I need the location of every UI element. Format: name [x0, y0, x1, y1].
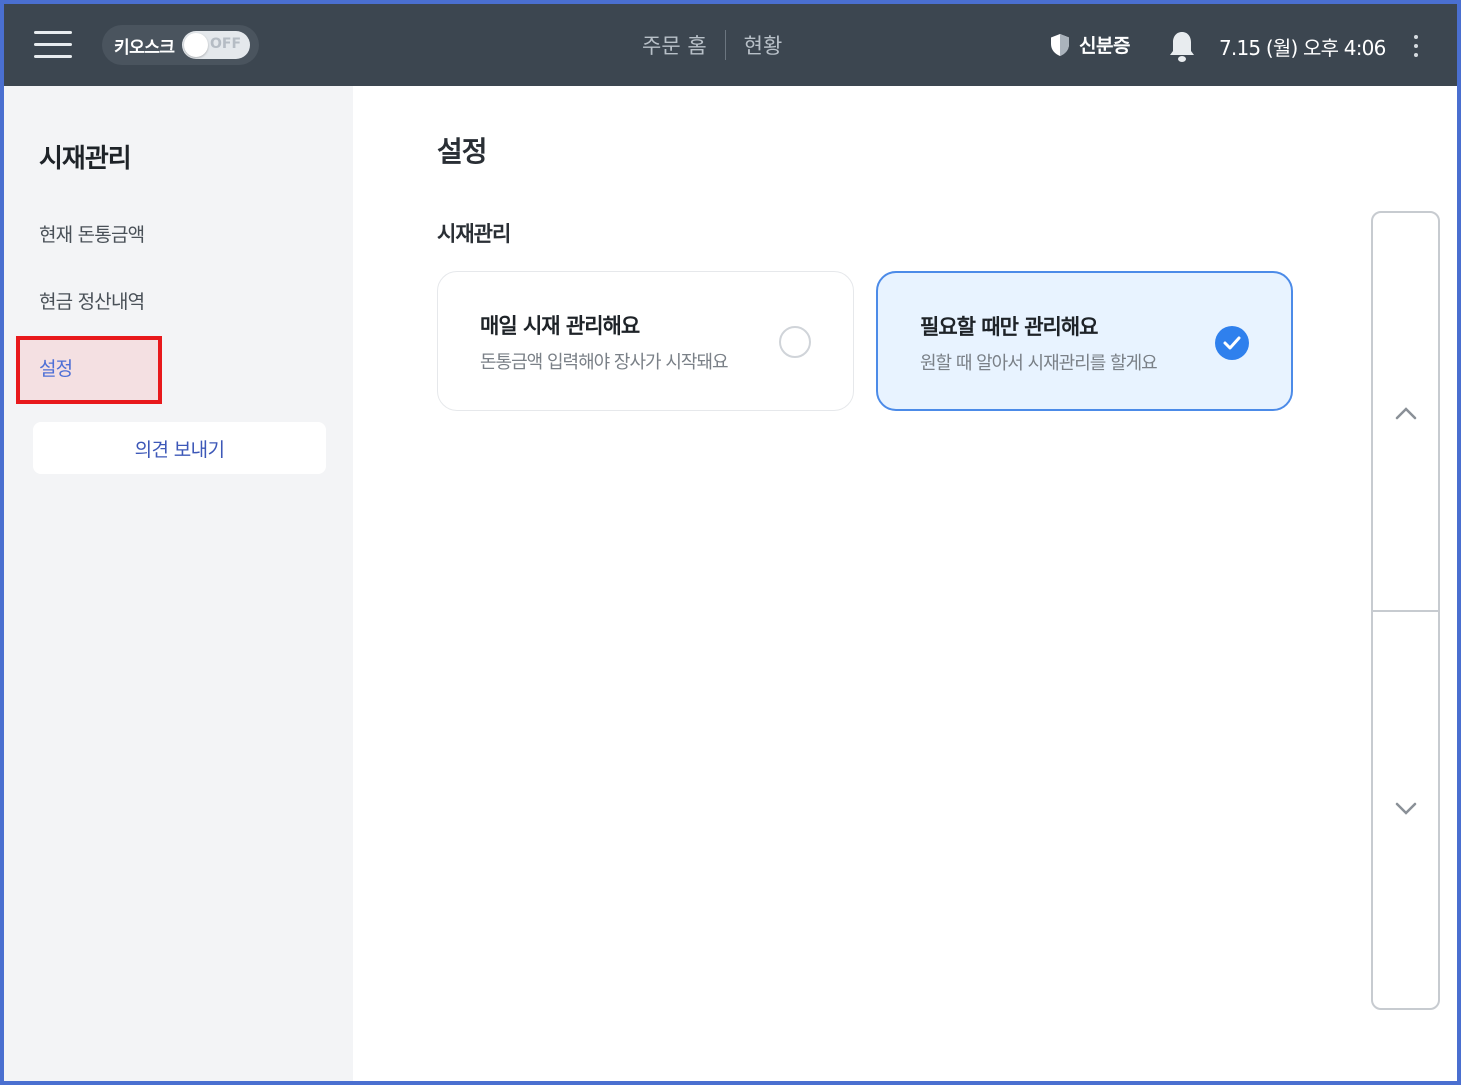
- section-label: 시재관리: [437, 222, 511, 246]
- sidebar: 시재관리 현재 돈통금액 현금 정산내역 설정 의견 보내기: [4, 86, 353, 1081]
- kiosk-toggle[interactable]: OFF: [182, 31, 250, 59]
- send-feedback-button[interactable]: 의견 보내기: [33, 422, 326, 474]
- id-card-button[interactable]: 신분증: [1049, 31, 1130, 58]
- scroll-down-button[interactable]: [1373, 612, 1438, 1008]
- option-description: 돈통금액 입력해야 장사가 시작돼요: [480, 352, 729, 373]
- option-title: 필요할 때만 관리해요: [920, 315, 1099, 339]
- radio-unchecked-icon[interactable]: [779, 326, 811, 358]
- sidebar-item-cash-settlement[interactable]: 현금 정산내역: [39, 287, 145, 314]
- sidebar-item-current-cash[interactable]: 현재 돈통금액: [39, 220, 145, 247]
- more-options-icon[interactable]: [1409, 33, 1423, 61]
- scroll-control: [1371, 211, 1440, 1010]
- datetime: 7.15 (월) 오후 4:06: [1219, 36, 1386, 60]
- option-description: 원할 때 알아서 시재관리를 할게요: [920, 353, 1158, 374]
- top-nav: 주문 홈 현황: [624, 28, 800, 62]
- menu-icon[interactable]: [34, 31, 74, 59]
- option-daily-management[interactable]: 매일 시재 관리해요 돈통금액 입력해야 장사가 시작돼요: [437, 271, 854, 411]
- top-bar: 키오스크 OFF 주문 홈 현황 신분증 7.15 (월) 오후 4:06: [4, 4, 1457, 86]
- toggle-state: OFF: [210, 36, 242, 52]
- page-title: 설정: [437, 135, 488, 168]
- nav-status[interactable]: 현황: [726, 30, 801, 60]
- option-on-demand-management[interactable]: 필요할 때만 관리해요 원할 때 알아서 시재관리를 할게요: [876, 271, 1293, 411]
- highlight-annotation: [16, 336, 162, 404]
- check-circle-icon[interactable]: [1215, 326, 1249, 360]
- chevron-up-icon: [1395, 407, 1417, 420]
- toggle-knob: [184, 33, 208, 57]
- bell-icon[interactable]: [1167, 30, 1197, 64]
- option-title: 매일 시재 관리해요: [480, 314, 640, 338]
- scroll-up-button[interactable]: [1373, 213, 1438, 610]
- kiosk-label: 키오스크: [114, 37, 175, 58]
- nav-order-home[interactable]: 주문 홈: [624, 30, 725, 60]
- shield-icon: [1051, 33, 1069, 56]
- sidebar-title: 시재관리: [39, 144, 132, 174]
- id-card-label: 신분증: [1079, 35, 1130, 57]
- app-window: 키오스크 OFF 주문 홈 현황 신분증 7.15 (월) 오후 4:06 시재…: [4, 4, 1457, 1081]
- kiosk-toggle-group: 키오스크 OFF: [102, 25, 259, 65]
- sidebar-item-settings[interactable]: 설정: [39, 354, 73, 381]
- chevron-down-icon: [1395, 802, 1417, 815]
